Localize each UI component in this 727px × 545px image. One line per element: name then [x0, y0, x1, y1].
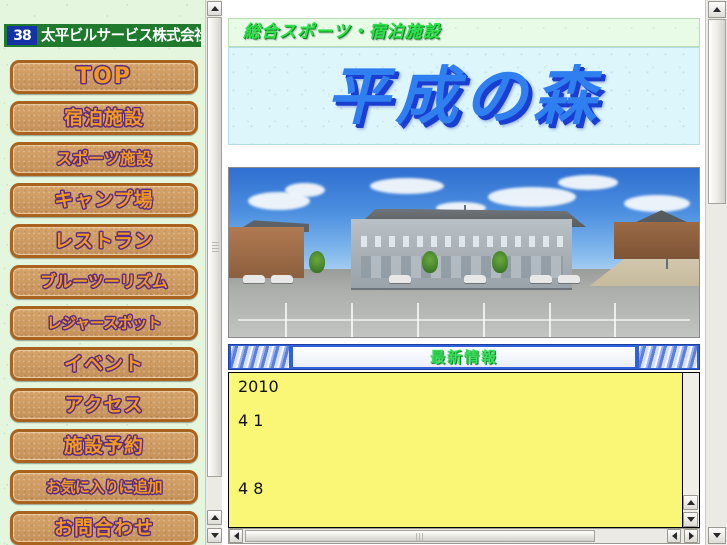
- news-item: [238, 447, 682, 463]
- company-logo-mark-icon: 38: [7, 26, 37, 45]
- photo-car: [529, 274, 552, 283]
- logo-mark-text: 38: [13, 27, 32, 44]
- photo-tree: [492, 250, 509, 273]
- sidebar-scroll-down-button[interactable]: [207, 528, 222, 543]
- photo-left-wing: [229, 227, 305, 278]
- sidebar-button-10[interactable]: 施設予約: [10, 429, 198, 463]
- photo-parking-stripe: [238, 319, 690, 321]
- photo-car: [464, 274, 486, 283]
- sidebar-button-label: TOP: [76, 64, 132, 89]
- photo-cloud: [558, 174, 618, 190]
- sidebar-button-6[interactable]: ブルーツーリズム: [10, 265, 198, 299]
- sidebar-button-label: イベント: [63, 352, 144, 375]
- news-item: 4 8: [238, 479, 264, 498]
- window-scroll-up-button[interactable]: [708, 1, 726, 18]
- chevron-right-icon: [688, 532, 694, 540]
- news-scroll-up-button[interactable]: [683, 495, 698, 510]
- news-scroll-left-button-2[interactable]: [667, 529, 681, 543]
- news-scroll-panel[interactable]: 20104 1 4 8 5 10: [228, 372, 700, 528]
- sidebar-button-5[interactable]: レストラン: [10, 224, 198, 258]
- news-item: [238, 515, 682, 527]
- sidebar-button-label: 宿泊施設: [63, 106, 144, 129]
- sidebar-button-label: 施設予約: [63, 434, 144, 457]
- sidebar-button-11[interactable]: お気に入りに追加: [10, 470, 198, 504]
- news-bar-decoration-left: [231, 346, 289, 368]
- photo-car: [243, 274, 266, 283]
- news-bar-decoration-right: [639, 346, 697, 368]
- sidebar-button-2[interactable]: 宿泊施設: [10, 101, 198, 135]
- company-logo-bar[interactable]: 38 太平ビルサービス株式会社: [4, 24, 201, 47]
- sidebar-button-12[interactable]: お問合わせ: [10, 511, 198, 545]
- company-name-label: 太平ビルサービス株式会社: [41, 26, 201, 44]
- news-scroll-left-button[interactable]: [229, 529, 243, 543]
- news-scroll-right-button[interactable]: [684, 529, 698, 543]
- chevron-down-icon: [713, 533, 721, 538]
- news-hscroll-thumb[interactable]: [245, 530, 595, 542]
- window-vertical-scrollbar[interactable]: [705, 0, 727, 545]
- photo-cloud: [623, 195, 690, 213]
- main-content-frame: 総合スポーツ・宿泊施設 平成の森 最新情報 2010 4 1 4 8: [223, 0, 705, 545]
- sidebar-button-label: ブルーツーリズム: [40, 272, 168, 291]
- chevron-up-icon: [210, 6, 219, 11]
- scroll-thumb-grip-icon: [416, 533, 425, 541]
- sidebar-button-label: キャンプ場: [54, 188, 154, 211]
- news-vertical-scrollbar[interactable]: [682, 373, 699, 527]
- chevron-down-icon: [686, 517, 695, 522]
- sidebar-button-7[interactable]: レジャースポット: [10, 306, 198, 340]
- photo-tree: [308, 250, 325, 273]
- header-subtitle-band: 総合スポーツ・宿泊施設: [228, 18, 700, 47]
- news-item: 2010: [238, 377, 279, 396]
- sidebar-button-label: アクセス: [64, 393, 144, 416]
- photo-car: [388, 274, 411, 283]
- news-horizontal-scrollbar[interactable]: [228, 528, 700, 544]
- news-bar-title-plate: 最新情報: [293, 347, 635, 367]
- sidebar-button-1[interactable]: TOP: [10, 60, 198, 94]
- sidebar-button-label: お気に入りに追加: [45, 477, 163, 496]
- sidebar-button-label: レストラン: [53, 229, 154, 252]
- site-title-band: 平成の森: [228, 47, 700, 145]
- sidebar-nav-frame: 38 太平ビルサービス株式会社 TOP 宿泊施設スポーツ施設キャンプ場レストランブ…: [0, 0, 205, 545]
- sidebar-button-3[interactable]: スポーツ施設: [10, 142, 198, 176]
- sidebar-button-label: お問合わせ: [53, 516, 154, 539]
- site-title-text: 平成の森: [326, 59, 602, 133]
- sidebar-button-9[interactable]: アクセス: [10, 388, 198, 422]
- photo-car: [558, 274, 580, 283]
- window-scroll-down-button[interactable]: [708, 527, 726, 544]
- photo-tree: [421, 250, 438, 273]
- photo-building-windows: [360, 235, 563, 248]
- sidebar-button-label: レジャースポット: [46, 313, 162, 332]
- sidebar-button-4[interactable]: キャンプ場: [10, 183, 198, 217]
- chevron-up-icon: [210, 515, 219, 520]
- news-scroll-down-button[interactable]: [683, 512, 698, 527]
- window-scroll-thumb[interactable]: [708, 19, 726, 204]
- chevron-down-icon: [210, 533, 219, 538]
- chevron-up-icon: [686, 500, 695, 505]
- photo-car: [271, 274, 294, 283]
- scroll-thumb-grip-icon: [212, 242, 219, 252]
- news-item: 4 1: [238, 411, 264, 430]
- sidebar-scroll-up-button[interactable]: [207, 1, 222, 16]
- sidebar-frame-scrollbar[interactable]: [205, 0, 222, 545]
- browser-page: 38 太平ビルサービス株式会社 TOP 宿泊施設スポーツ施設キャンプ場レストランブ…: [0, 0, 727, 545]
- sidebar-button-8[interactable]: イベント: [10, 347, 198, 381]
- photo-right-wing: [614, 222, 699, 260]
- sidebar-scroll-up-button-2[interactable]: [207, 510, 222, 525]
- facility-photo: [228, 167, 700, 338]
- photo-cloud: [487, 186, 576, 207]
- news-bar-title-text: 最新情報: [429, 347, 498, 366]
- chevron-left-icon: [233, 532, 239, 540]
- sidebar-button-list: TOP 宿泊施設スポーツ施設キャンプ場レストランブルーツーリズム レジャースポットイ…: [10, 60, 198, 545]
- news-list: 20104 1 4 8 5 10: [229, 373, 682, 527]
- chevron-left-icon: [671, 532, 677, 540]
- sidebar-scroll-thumb[interactable]: [207, 17, 222, 477]
- sidebar-button-label: スポーツ施設: [56, 149, 152, 168]
- header-subtitle-text: 総合スポーツ・宿泊施設: [243, 22, 441, 42]
- chevron-up-icon: [713, 7, 721, 12]
- news-header-bar: 最新情報: [228, 344, 700, 370]
